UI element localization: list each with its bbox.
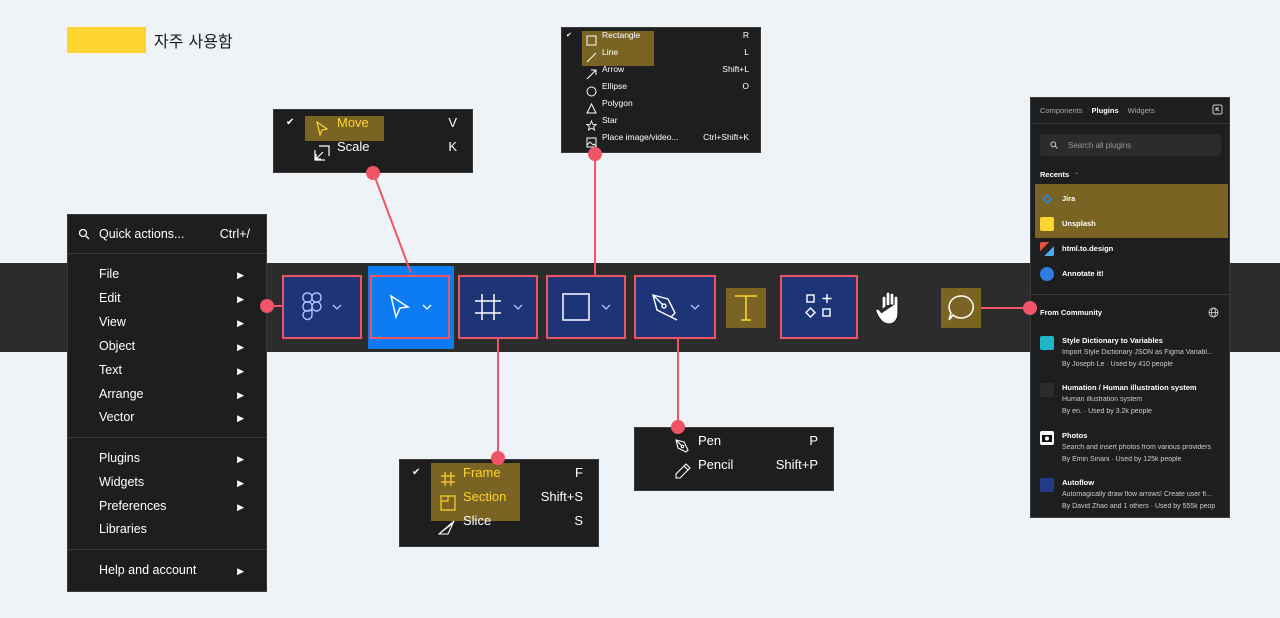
annotation-dot bbox=[491, 451, 505, 465]
annotation-line bbox=[497, 339, 499, 459]
annotation-dot bbox=[1023, 301, 1037, 315]
annotation-dot bbox=[671, 420, 685, 434]
annotation-line bbox=[594, 153, 596, 275]
annotation-dot bbox=[366, 166, 380, 180]
annotation-line bbox=[677, 339, 679, 427]
annotation-lines-svg bbox=[372, 171, 412, 274]
annotation-dot bbox=[588, 147, 602, 161]
